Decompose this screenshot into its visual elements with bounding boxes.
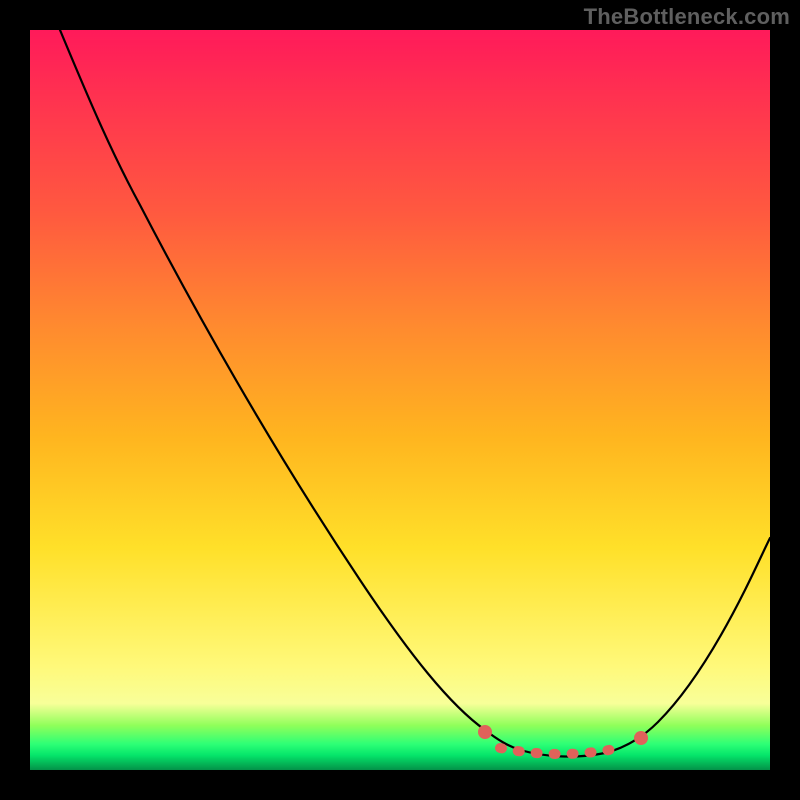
- optimal-range-end-dot: [634, 731, 648, 745]
- watermark-text: TheBottleneck.com: [584, 4, 790, 30]
- bottleneck-curve: [60, 30, 770, 757]
- plot-area: [30, 30, 770, 770]
- optimal-range-start-dot: [478, 725, 492, 739]
- curve-svg: [30, 30, 770, 770]
- chart-frame: TheBottleneck.com: [0, 0, 800, 800]
